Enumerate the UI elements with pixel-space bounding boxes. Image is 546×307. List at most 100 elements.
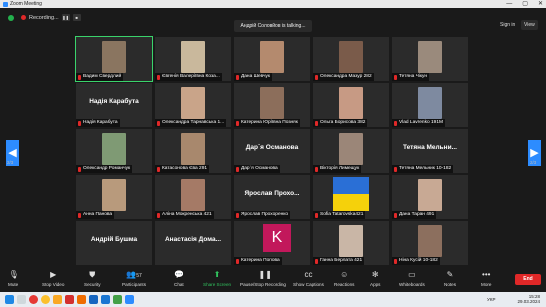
participant-tile[interactable]: Дар`я Османова Дар`я Османова (234, 129, 310, 173)
pause-recording-button[interactable]: ❚❚ (61, 14, 70, 21)
participant-tile[interactable]: Vlad Lavrenko 191M (392, 83, 468, 127)
notes-icon: ✎ (446, 270, 454, 279)
language-indicator[interactable]: УКР (487, 297, 495, 302)
recording-dot-icon (21, 15, 26, 20)
muted-mic-icon (394, 258, 397, 264)
zoom-taskbar-icon[interactable] (125, 295, 134, 304)
show-captions-button[interactable]: cc Show Captions (293, 270, 324, 287)
active-speaker-banner: Андрій Соловйов is talking... (234, 20, 312, 32)
participant-name-label: Надія Карабута (76, 119, 120, 127)
folder-icon[interactable] (53, 295, 62, 304)
chrome-icon[interactable] (41, 295, 50, 304)
participant-name-label: Олександра Мазур 282 (313, 73, 374, 81)
clock[interactable]: 15:28 29.03.2024 (517, 294, 540, 304)
participant-tile[interactable]: Надія Карабута Надія Карабута (76, 83, 152, 127)
participant-name-label: Дана Таран 491 (392, 211, 437, 219)
participant-tile[interactable]: Sofia Tatarovska421 (313, 175, 389, 219)
security-button[interactable]: ⛊ Security (84, 270, 101, 287)
participant-tile[interactable]: Дана Таран 491 (392, 175, 468, 219)
word-icon[interactable] (89, 295, 98, 304)
reactions-button[interactable]: ☺ Reactions (334, 270, 354, 287)
participant-tile[interactable]: Тетяна Мельни... Тетяна Мельник 10-182 (392, 129, 468, 173)
outlook-icon[interactable] (101, 295, 110, 304)
meeting-topbar: Recording... ❚❚ ■ Андрій Соловйов is tal… (0, 8, 546, 32)
windows-taskbar: УКР 15:28 29.03.2024 (0, 292, 546, 307)
participant-tile[interactable]: Олександра Тарнавська 1... (155, 83, 231, 127)
chat-button[interactable]: 💬 Chat (174, 270, 184, 287)
view-button[interactable]: View (521, 20, 538, 30)
cc-icon: cc (304, 270, 313, 279)
participant-tile[interactable]: K Катерина Попова (234, 221, 310, 265)
page-indicator-right: 2/3 (530, 160, 537, 165)
participant-tile[interactable]: Ніна Кусій 10-182 (392, 221, 468, 265)
participant-tile[interactable]: Дана Шевчук (234, 37, 310, 81)
powerpoint-icon[interactable] (77, 295, 86, 304)
more-button[interactable]: ••• More (481, 270, 491, 287)
participant-tile[interactable]: Катасонова Єва 291 (155, 129, 231, 173)
participant-tile[interactable]: Аліна Мокренська 421 (155, 175, 231, 219)
share-screen-icon: ⬆ (213, 270, 221, 279)
participant-name-label: Ольга Борисова 382 (313, 119, 368, 127)
apps-button[interactable]: ✻ Apps (370, 270, 380, 287)
stop-video-button[interactable]: ▶ Stop Video (42, 270, 64, 287)
smiley-icon: ☺ (340, 270, 349, 279)
mute-button[interactable]: 🎙 Mute (8, 270, 19, 287)
participant-video (102, 179, 126, 211)
minimize-button[interactable]: — (506, 1, 512, 7)
participant-display-name: Надія Карабута (89, 98, 139, 105)
shield-icon: ⛊ (89, 270, 96, 279)
end-meeting-button[interactable]: End (515, 274, 541, 285)
windows-start-icon[interactable] (5, 295, 14, 304)
muted-mic-icon (157, 212, 160, 218)
window-title: Zoom Meeting (10, 1, 42, 7)
participants-button[interactable]: 👥57 Participants (122, 270, 146, 287)
share-screen-button[interactable]: ⬆ Share Screen (203, 270, 231, 287)
participant-tile[interactable]: Анастасія Дома... (155, 221, 231, 265)
participant-tile[interactable]: Андрій Бушма (76, 221, 152, 265)
participant-video (339, 87, 363, 119)
participant-video (102, 133, 126, 165)
whiteboard-icon: ▭ (408, 270, 416, 279)
participant-video (260, 41, 284, 73)
more-dots-icon: ••• (482, 270, 491, 279)
stop-recording-button[interactable]: ■ (72, 14, 81, 21)
participant-name-label: Ярослав Прохоренко (234, 211, 291, 219)
sign-in-link[interactable]: Sign in (500, 22, 515, 28)
participant-tile[interactable]: Ярослав Прохо... Ярослав Прохоренко (234, 175, 310, 219)
muted-mic-icon (394, 120, 397, 126)
muted-mic-icon (236, 258, 239, 264)
participant-tile[interactable]: Олександр Романчук (76, 129, 152, 173)
muted-mic-icon (394, 74, 397, 80)
participant-tile[interactable]: Євгенія Валеріївна Коза... (155, 37, 231, 81)
muted-mic-icon (315, 166, 318, 172)
participant-tile[interactable]: Вікторія Лимещук (313, 129, 389, 173)
participant-tile[interactable]: Олександра Мазур 282 (313, 37, 389, 81)
participant-tile[interactable]: Вадим Свердлий (75, 36, 153, 82)
microphone-icon: 🎙 (8, 270, 19, 279)
participant-name-label: Євгенія Валеріївна Коза... (155, 73, 222, 81)
participant-name-label: Вадим Свердлий (76, 73, 124, 81)
participant-display-name: Тетяна Мельни... (403, 144, 457, 151)
participant-video (339, 41, 363, 73)
participant-tile[interactable]: Ольга Борисова 382 (313, 83, 389, 127)
opera-icon[interactable] (29, 295, 38, 304)
pdf-reader-icon[interactable] (65, 295, 74, 304)
security-shield-icon (8, 14, 14, 21)
maximize-button[interactable]: ▢ (522, 1, 528, 7)
pause-stop-recording-button[interactable]: ❚❚ Pause/Stop Recording (240, 270, 286, 287)
participant-tile[interactable]: Катерина Юріївна Позняк (234, 83, 310, 127)
participant-tile[interactable]: Анна Панова (76, 175, 152, 219)
participant-name-label: Олександра Тарнавська 1... (155, 119, 227, 127)
participant-tile[interactable]: Ганна Берлата 421 (313, 221, 389, 265)
muted-mic-icon (394, 166, 397, 172)
search-icon[interactable] (17, 295, 26, 304)
whiteboards-button[interactable]: ▭ Whiteboards (399, 270, 425, 287)
excel-icon[interactable] (113, 295, 122, 304)
participant-tile[interactable]: Тетяна Чікун (392, 37, 468, 81)
participant-name-label: Ганна Берлата 421 (313, 257, 365, 265)
participant-display-name: Анастасія Дома... (164, 236, 222, 243)
notes-button[interactable]: ✎ Notes (444, 270, 456, 287)
muted-mic-icon (236, 120, 239, 126)
participant-name-label: Олександр Романчук (76, 165, 133, 173)
close-button[interactable]: ✕ (538, 1, 543, 7)
